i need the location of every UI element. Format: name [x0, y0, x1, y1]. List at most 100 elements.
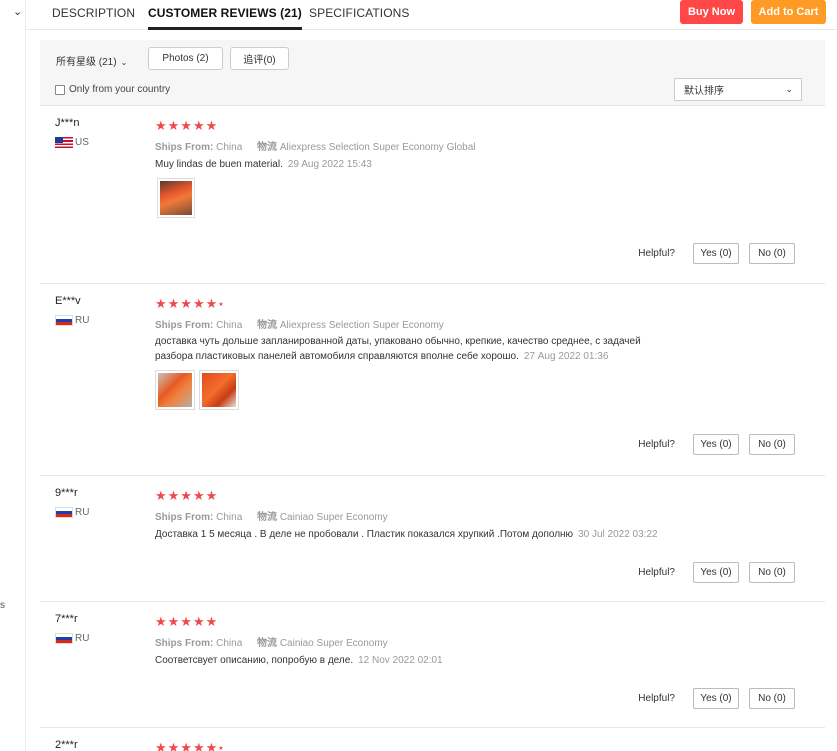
buy-now-button[interactable]: Buy Now [680, 0, 743, 24]
helpful-controls: Helpful? Yes (0) No (0) [638, 688, 795, 709]
tab-description[interactable]: DESCRIPTION [52, 6, 135, 20]
reviewer-country: RU [55, 507, 89, 518]
reviewer-name: 2***r [55, 739, 78, 751]
review-photo[interactable] [199, 370, 239, 410]
ships-from-value: China [216, 142, 243, 153]
country-code: RU [75, 315, 90, 326]
shipping-info: Ships From: China 物流 Cainiao Super Econo… [155, 508, 388, 523]
country-code: RU [75, 507, 90, 518]
chevron-down-icon: ⌄ [785, 84, 793, 94]
ships-from-label: Ships From: [155, 320, 214, 331]
review-body-line: разбора пластиковых панелей автомобиля с… [155, 351, 519, 362]
us-flag-icon [55, 137, 73, 148]
chevron-down-icon: ⌄ [120, 58, 128, 67]
logistics-value: Aliexpress Selection Super Economy [279, 320, 444, 331]
review-photo[interactable] [155, 370, 195, 410]
rating-stars: ★★★★★ [155, 118, 219, 133]
review-item: E***v RU ★★★★★★ Ships From: China 物流 Ali… [40, 284, 825, 476]
add-to-cart-button[interactable]: Add to Cart [751, 0, 826, 24]
reviewer-name: 7***r [55, 613, 78, 625]
ships-from-label: Ships From: [155, 638, 214, 649]
review-text: Muy lindas de buen material. 29 Aug 2022 … [155, 157, 372, 172]
ships-from-label: Ships From: [155, 142, 214, 153]
helpful-yes-button[interactable]: Yes (0) [693, 434, 739, 455]
review-text: доставка чуть дольше запланированной дат… [155, 334, 641, 364]
helpful-label: Helpful? [638, 567, 675, 578]
helpful-controls: Helpful? Yes (0) No (0) [638, 434, 795, 455]
ru-flag-icon [55, 507, 73, 518]
ships-from-value: China [216, 512, 243, 523]
followup-filter-button[interactable]: 追评(0) [230, 47, 289, 70]
reviewer-country: US [55, 137, 89, 148]
review-body: Muy lindas de buen material. [155, 159, 283, 170]
rating-stars: ★★★★★ [155, 614, 219, 629]
ru-flag-icon [55, 315, 73, 326]
helpful-controls: Helpful? Yes (0) No (0) [638, 243, 795, 264]
helpful-yes-button[interactable]: Yes (0) [693, 562, 739, 583]
logistics-label: 物流 [257, 638, 278, 649]
tab-customer-reviews[interactable]: CUSTOMER REVIEWS (21) [148, 6, 302, 30]
review-item: 9***r RU ★★★★★ Ships From: China 物流 Cain… [40, 476, 825, 602]
tab-specifications[interactable]: SPECIFICATIONS [309, 6, 410, 20]
photos-filter-button[interactable]: Photos (2) [148, 47, 223, 70]
review-item: J***n US ★★★★★ Ships From: China 物流 Alie… [40, 106, 825, 284]
shipping-info: Ships From: China 物流 Aliexpress Selectio… [155, 316, 444, 331]
ships-from-label: Ships From: [155, 512, 214, 523]
left-gutter: ⌄ s [0, 0, 26, 751]
review-body: Доставка 1 5 месяца . В деле не пробовал… [155, 529, 574, 540]
logistics-label: 物流 [257, 320, 278, 331]
reviewer-country: RU [55, 315, 89, 326]
helpful-label: Helpful? [638, 693, 675, 704]
star-filter-dropdown[interactable]: 所有星级 (21) ⌄ [56, 53, 127, 68]
review-photo[interactable] [157, 178, 195, 218]
rating-stars: ★★★★★ [155, 488, 219, 503]
review-body: Соответсвует описанию, попробую в деле. [155, 655, 354, 666]
review-date: 12 Nov 2022 02:01 [358, 655, 443, 666]
review-text: Доставка 1 5 месяца . В деле не пробовал… [155, 527, 658, 542]
review-body-line: доставка чуть дольше запланированной дат… [155, 336, 641, 347]
shipping-info: Ships From: China 物流 Aliexpress Selectio… [155, 138, 475, 153]
rating-stars: ★★★★★★ [155, 296, 225, 311]
review-text: Соответсвует описанию, попробую в деле. 1… [155, 653, 443, 668]
review-item: 7***r RU ★★★★★ Ships From: China 物流 Cain… [40, 602, 825, 728]
review-date: 30 Jul 2022 03:22 [578, 529, 658, 540]
helpful-no-button[interactable]: No (0) [749, 243, 795, 264]
logistics-value: Aliexpress Selection Super Economy Globa… [279, 142, 476, 153]
country-code: RU [75, 633, 90, 644]
ships-from-value: China [216, 638, 243, 649]
review-filters: 所有星级 (21) ⌄ Photos (2) 追评(0) Only from yo… [40, 40, 825, 106]
sort-label: 默认排序 [684, 86, 724, 97]
helpful-label: Helpful? [638, 439, 675, 450]
country-code: US [75, 137, 89, 148]
review-date: 29 Aug 2022 15:43 [287, 159, 372, 170]
review-item: 2***r ★★★★★★ [40, 728, 825, 751]
helpful-controls: Helpful? Yes (0) No (0) [638, 562, 795, 583]
review-date: 27 Aug 2022 01:36 [523, 351, 609, 362]
helpful-no-button[interactable]: No (0) [749, 562, 795, 583]
ships-from-value: China [216, 320, 243, 331]
only-country-checkbox[interactable]: Only from your country [55, 84, 170, 95]
helpful-yes-button[interactable]: Yes (0) [693, 243, 739, 264]
helpful-label: Helpful? [638, 248, 675, 259]
logistics-value: Cainiao Super Economy [279, 512, 388, 523]
shipping-info: Ships From: China 物流 Cainiao Super Econo… [155, 634, 388, 649]
rating-stars: ★★★★★★ [155, 740, 225, 751]
helpful-yes-button[interactable]: Yes (0) [693, 688, 739, 709]
gutter-text-fragment: s [0, 600, 5, 611]
checkbox-box[interactable] [55, 84, 65, 95]
reviewer-country: RU [55, 633, 89, 644]
logistics-label: 物流 [257, 512, 278, 523]
only-country-label: Only from your country [69, 84, 171, 95]
helpful-no-button[interactable]: No (0) [749, 434, 795, 455]
product-tabs-bar: DESCRIPTION CUSTOMER REVIEWS (21) SPECIF… [26, 0, 837, 30]
logistics-value: Cainiao Super Economy [279, 638, 388, 649]
reviewer-name: E***v [55, 295, 81, 307]
ru-flag-icon [55, 633, 73, 644]
sort-dropdown[interactable]: 默认排序 ⌄ [674, 78, 802, 101]
reviewer-name: 9***r [55, 487, 78, 499]
helpful-no-button[interactable]: No (0) [749, 688, 795, 709]
logistics-label: 物流 [257, 142, 278, 153]
reviewer-name: J***n [55, 117, 80, 129]
chevron-down-icon[interactable]: ⌄ [13, 5, 22, 18]
star-filter-label: 所有星级 (21) [56, 57, 117, 68]
